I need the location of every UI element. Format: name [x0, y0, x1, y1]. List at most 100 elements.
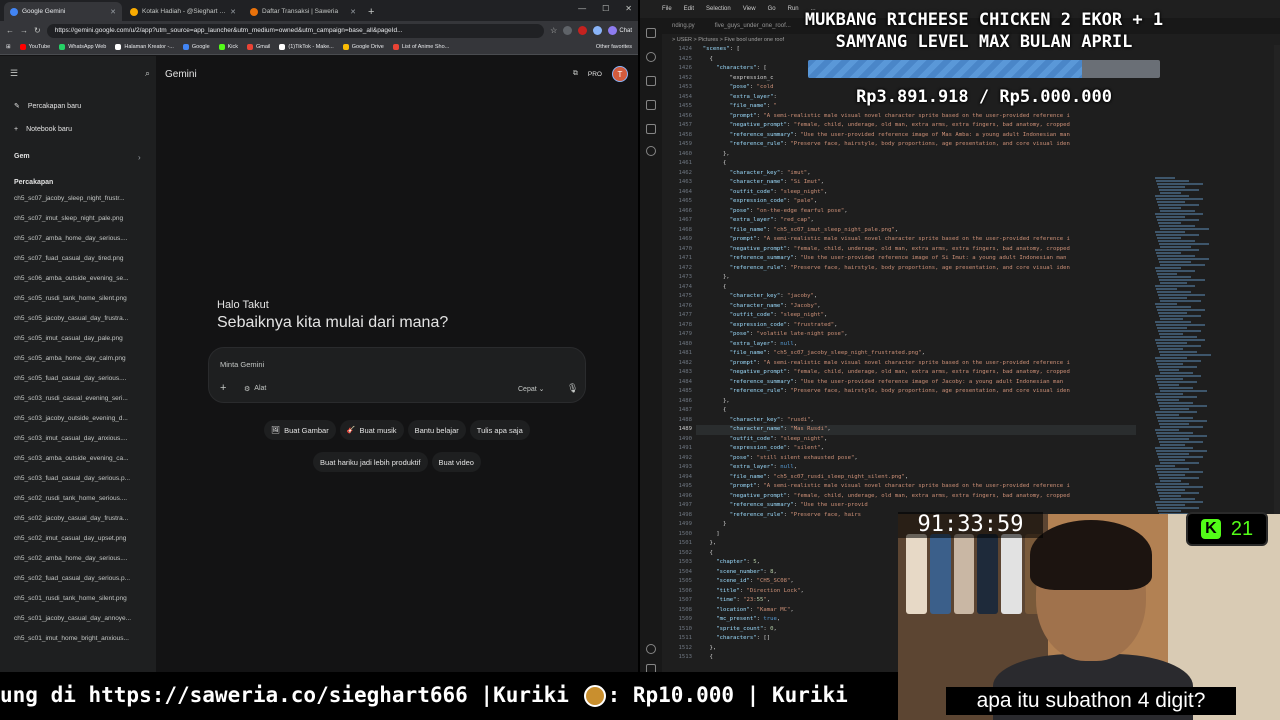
browser-tab[interactable]: Google Gemini ✕ — [4, 2, 122, 21]
code-line[interactable]: "reference_rule": "Preserve face, hairst… — [696, 387, 1136, 397]
temporary-chat-icon[interactable]: ⧉ — [573, 70, 578, 78]
conversation-item[interactable]: ch5_sc07_amba_home_day_serious.... — [14, 235, 146, 255]
extension-icon[interactable] — [563, 26, 573, 35]
account-icon[interactable] — [646, 146, 656, 156]
code-line[interactable]: "expression_code": "pale", — [696, 197, 1136, 207]
tab-close-icon[interactable]: ✕ — [110, 8, 116, 16]
menu-item[interactable]: File — [662, 6, 672, 12]
bookmark-item[interactable]: List of Anime Sho... — [392, 44, 449, 50]
back-icon[interactable]: ← — [6, 26, 14, 35]
conversation-item[interactable]: ch5_sc02_imut_casual_day_upset.png — [14, 535, 146, 555]
gem-section[interactable]: Gem — [14, 153, 30, 160]
editor-tab[interactable]: nding.py — [662, 18, 705, 34]
bookmark-item[interactable]: Kick — [218, 44, 238, 50]
reload-icon[interactable]: ↻ — [34, 26, 41, 35]
bookmark-item[interactable]: Halaman Kreator -... — [115, 44, 174, 50]
suggestion-chip[interactable]: Tulis apa saja — [469, 420, 530, 440]
code-line[interactable]: "outfit_code": "sleep_night", — [696, 435, 1136, 445]
code-line[interactable]: "reference_summary": "Use the user-provi… — [696, 254, 1136, 264]
code-line[interactable]: "prompt": "A semi-realistic male visual … — [696, 482, 1136, 492]
code-line[interactable]: "character_key": "imut", — [696, 169, 1136, 179]
bookmark-item[interactable]: WhatsApp Web — [59, 44, 106, 50]
bookmark-item[interactable]: Google Drive — [342, 44, 384, 50]
conversation-item[interactable]: ch5_sc03_fuad_casual_day_serious.p... — [14, 475, 146, 495]
search-icon[interactable]: ⌕ — [145, 68, 150, 79]
conversation-item[interactable]: ch5_sc03_jacoby_outside_evening_d... — [14, 415, 146, 435]
prompt-box[interactable]: Minta Gemini + ⚙ Alat Cepat ⌄ 🎙 — [208, 347, 586, 403]
browser-tab[interactable]: Daftar Transaksi | Saweria ✕ — [244, 2, 362, 21]
menu-item[interactable]: Run — [788, 6, 799, 12]
code-line[interactable]: "pose": "still silent exhausted pose", — [696, 454, 1136, 464]
conversation-item[interactable]: ch5_sc03_amba_outside_evening_ca... — [14, 455, 146, 475]
chevron-right-icon[interactable]: › — [138, 153, 141, 162]
code-line[interactable]: "character_key": "rusdi", — [696, 416, 1136, 426]
forward-icon[interactable]: → — [20, 26, 28, 35]
tools-button[interactable]: ⚙ Alat — [244, 385, 266, 393]
code-line[interactable]: "extra_layer": "red_cap", — [696, 216, 1136, 226]
conversation-item[interactable]: ch5_sc05_amba_home_day_calm.png — [14, 355, 146, 375]
profile-icon[interactable] — [593, 26, 603, 35]
code-line[interactable]: "file_name": "ch5_sc07_rusdi_sleep_night… — [696, 473, 1136, 483]
suggestion-chip[interactable]: 🎸 Buat musik — [339, 420, 404, 440]
prompt-input[interactable]: Minta Gemini — [220, 360, 264, 369]
browser-tab[interactable]: Kotak Hadiah - @Sieghart | Tako✕ — [124, 2, 242, 21]
apps-icon[interactable]: ⊞ — [6, 44, 11, 50]
tab-close-icon[interactable]: ✕ — [350, 8, 356, 16]
tab-close-icon[interactable]: ✕ — [230, 8, 236, 16]
chat-button[interactable]: Chat — [608, 26, 632, 35]
new-notebook-button[interactable]: + Notebook baru — [14, 126, 72, 133]
bookmark-item[interactable]: (1)TikTok - Make... — [279, 44, 334, 50]
mode-selector[interactable]: Cepat ⌄ — [518, 385, 545, 393]
menu-item[interactable]: View — [743, 6, 756, 12]
close-window-icon[interactable]: ✕ — [625, 4, 632, 13]
conversation-item[interactable]: ch5_sc05_jacoby_casual_day_frustra... — [14, 315, 146, 335]
minimize-icon[interactable]: — — [578, 4, 586, 13]
conversation-item[interactable]: ch5_sc07_jacoby_sleep_night_frustr... — [14, 195, 146, 215]
suggestion-chip[interactable]: Buat hariku jadi lebih produktif — [313, 452, 428, 472]
extensions-icon[interactable] — [646, 124, 656, 134]
suggestion-chip[interactable]: 🖼 Buat Gambar — [264, 420, 336, 440]
code-line[interactable]: "reference_rule": "Preserve face, hairst… — [696, 264, 1136, 274]
code-line[interactable]: { — [696, 283, 1136, 293]
code-line[interactable]: "extra_layer": null, — [696, 463, 1136, 473]
conversation-item[interactable]: ch5_sc02_fuad_casual_day_serious.p... — [14, 575, 146, 595]
bookmark-star-icon[interactable]: ☆ — [550, 26, 557, 35]
code-line[interactable]: "negative_prompt": "female, child, under… — [696, 121, 1136, 131]
avatar[interactable]: T — [612, 66, 628, 82]
menu-item[interactable]: Go — [768, 6, 776, 12]
new-tab-icon[interactable]: + — [368, 6, 374, 18]
code-line[interactable]: "reference_summary": "Use the user-provi… — [696, 501, 1136, 511]
conversation-item[interactable]: ch5_sc01_rusdi_tank_home_silent.png — [14, 595, 146, 615]
code-line[interactable]: "pose": "on-the-edge fearful pose", — [696, 207, 1136, 217]
suggestion-chip[interactable]: Buat video — [431, 452, 481, 472]
code-line[interactable]: "character_key": "jacoby", — [696, 292, 1136, 302]
source-control-icon[interactable] — [646, 76, 656, 86]
url-field[interactable]: https://gemini.google.com/u/2/app?utm_so… — [46, 23, 545, 38]
conversation-item[interactable]: ch5_sc01_imut_home_bright_anxious... — [14, 635, 146, 655]
conversation-item[interactable]: ch5_sc07_fuad_casual_day_tired.png — [14, 255, 146, 275]
suggestion-chip[interactable]: Bantu belajar — [407, 420, 466, 440]
code-line[interactable]: "character_name": "Jacoby", — [696, 302, 1136, 312]
new-chat-button[interactable]: ✎ Percakapan baru — [14, 102, 81, 111]
conversation-item[interactable]: ch5_sc06_amba_outside_evening_se... — [14, 275, 146, 295]
settings-gear-icon[interactable] — [646, 664, 656, 672]
bookmark-item[interactable]: Gmail — [247, 44, 270, 50]
code-line[interactable]: "file_name": "ch5_sc07_jacoby_sleep_nigh… — [696, 349, 1136, 359]
bookmark-item[interactable]: Google — [182, 44, 210, 50]
code-line[interactable]: "character_name": "Si Imut", — [696, 178, 1136, 188]
add-attachment-icon[interactable]: + — [220, 382, 226, 394]
code-line[interactable]: "negative_prompt": "female, child, under… — [696, 245, 1136, 255]
explorer-icon[interactable] — [646, 28, 656, 38]
menu-item[interactable]: Selection — [706, 6, 731, 12]
code-line[interactable]: "prompt": "A semi-realistic male visual … — [696, 235, 1136, 245]
code-line[interactable]: "negative_prompt": "female, child, under… — [696, 492, 1136, 502]
gemini-brand[interactable]: Gemini — [165, 69, 197, 80]
code-line[interactable]: "expression_code": "silent", — [696, 444, 1136, 454]
code-line[interactable]: "outfit_code": "sleep_night", — [696, 311, 1136, 321]
code-line[interactable]: "pose": "volatile late-night pose", — [696, 330, 1136, 340]
code-line[interactable]: "prompt": "A semi-realistic male visual … — [696, 359, 1136, 369]
conversation-item[interactable]: ch5_sc02_rusdi_tank_home_serious.... — [14, 495, 146, 515]
conversation-item[interactable]: ch5_sc05_imut_casual_day_pale.png — [14, 335, 146, 355]
code-line[interactable]: }, — [696, 150, 1136, 160]
microphone-icon[interactable]: 🎙 — [567, 383, 578, 394]
